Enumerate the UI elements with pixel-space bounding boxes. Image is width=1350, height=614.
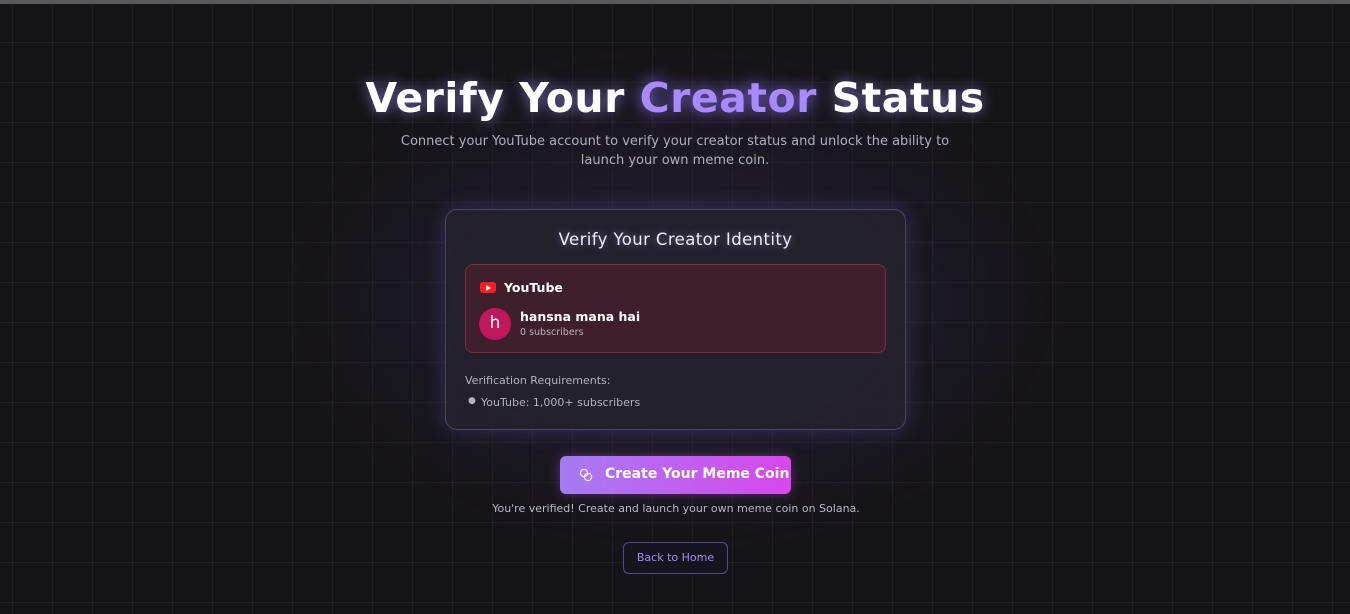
title-suffix: Status (816, 74, 985, 122)
title-accent: Creator (639, 74, 817, 122)
avatar: h (479, 308, 511, 340)
channel-name: hansna mana hai (520, 309, 641, 324)
card-title: Verify Your Creator Identity (558, 230, 793, 249)
requirement-item: YouTube: 1,000+ subscribers (481, 396, 641, 409)
verified-message: You're verified! Create and launch your … (492, 502, 860, 515)
create-meme-coin-button[interactable]: Create Your Meme Coin (560, 456, 791, 494)
coin-icon (579, 468, 593, 482)
page-title: Verify Your Creator Status (0, 74, 1350, 122)
platform-label: YouTube (504, 280, 563, 295)
back-to-home-button[interactable]: Back to Home (623, 542, 728, 574)
title-prefix: Verify Your (365, 74, 640, 122)
bullet-icon: ● (468, 396, 476, 406)
page-subtitle: Connect your YouTube account to verify y… (400, 134, 950, 168)
browser-top-bar (0, 0, 1350, 4)
create-button-label: Create Your Meme Coin (605, 466, 790, 482)
subscriber-count: 0 subscribers (520, 327, 584, 338)
requirements-heading: Verification Requirements: (465, 374, 611, 387)
verify-identity-card: Verify Your Creator Identity YouTube h h… (445, 209, 906, 430)
youtube-account-panel: YouTube h hansna mana hai 0 subscribers (465, 264, 886, 353)
youtube-icon (480, 282, 496, 293)
